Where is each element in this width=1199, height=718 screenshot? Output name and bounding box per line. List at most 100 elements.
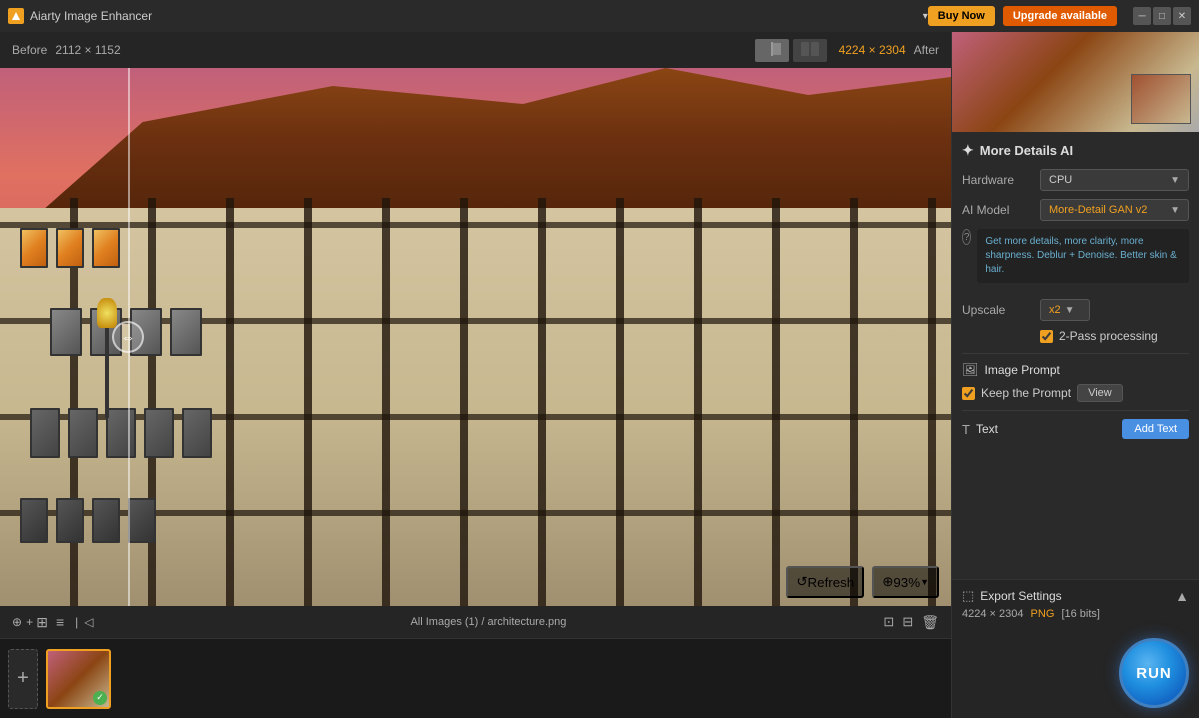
side-by-side-button[interactable] xyxy=(793,39,827,62)
building-beams xyxy=(0,198,951,606)
ai-model-select[interactable]: More-Detail GAN v2 ▼ xyxy=(1040,199,1189,221)
before-label: Before xyxy=(12,43,47,57)
window xyxy=(106,408,136,458)
two-pass-label: 2-Pass processing xyxy=(1059,329,1158,343)
filmstrip-add-button[interactable]: + xyxy=(8,649,38,709)
export-icon: ⬚ xyxy=(962,588,974,604)
split-view-button[interactable] xyxy=(755,39,789,62)
zoom-chevron-icon: ▼ xyxy=(920,577,929,587)
two-pass-row: 2-Pass processing xyxy=(1040,329,1189,343)
export-collapse-button[interactable]: ▲ xyxy=(1175,588,1189,604)
sparkle-icon: ✦ xyxy=(962,142,974,159)
ai-model-value: More-Detail GAN v2 xyxy=(1049,204,1170,216)
filmstrip: + ✓ xyxy=(0,638,951,718)
run-button[interactable]: RUN xyxy=(1119,638,1189,708)
file-path: All Images (1) / architecture.png xyxy=(93,616,883,628)
grid-view-button[interactable]: ⊞ xyxy=(33,613,51,631)
add-button[interactable]: ⊕ + xyxy=(12,615,33,629)
window xyxy=(56,228,84,268)
filmstrip-thumbnail[interactable]: ✓ xyxy=(46,649,111,709)
export-header: ⬚ Export Settings ▲ xyxy=(962,588,1189,604)
close-button[interactable]: ✕ xyxy=(1173,7,1191,25)
ai-model-chevron-icon: ▼ xyxy=(1170,205,1180,216)
upgrade-button[interactable]: Upgrade available xyxy=(1003,6,1117,26)
maximize-button[interactable]: □ xyxy=(1153,7,1171,25)
zoom-label: 93% xyxy=(893,575,920,590)
divider-line: | xyxy=(75,615,78,629)
window xyxy=(50,308,82,356)
export-bits: [16 bits] xyxy=(1061,608,1100,620)
add-label: + xyxy=(26,615,33,629)
window xyxy=(182,408,212,458)
ai-model-label: AI Model xyxy=(962,203,1032,217)
export-section: ⬚ Export Settings ▲ 4224 × 2304 PNG [16 … xyxy=(952,579,1199,628)
actual-size-button[interactable]: ⊟ xyxy=(902,614,913,630)
slider-handle[interactable]: ⇔ xyxy=(112,321,144,353)
window xyxy=(170,308,202,356)
section-title: More Details AI xyxy=(980,143,1073,158)
ai-model-row: AI Model More-Detail GAN v2 ▼ xyxy=(962,199,1189,221)
app-title: Aiarty Image Enhancer xyxy=(30,9,919,23)
divider-1 xyxy=(962,353,1189,354)
canvas-image-container[interactable]: ⇔ ↺ Refresh ⊕ 93% ▼ xyxy=(0,68,951,606)
window xyxy=(92,228,120,268)
image-icon: 🖼 xyxy=(962,362,979,378)
window xyxy=(144,408,174,458)
text-title: Text xyxy=(976,422,998,436)
upscale-value: x2 xyxy=(1049,304,1061,316)
two-pass-checkbox[interactable] xyxy=(1040,330,1053,343)
plus-icon: ⊕ xyxy=(12,615,22,629)
keep-prompt-checkbox[interactable] xyxy=(962,387,975,400)
image-prompt-header: 🖼 Image Prompt xyxy=(962,362,1189,378)
image-slider-divider: ⇔ xyxy=(128,68,130,606)
right-icons: ⊡ ⊟ 🗑 xyxy=(883,614,939,631)
upscale-select[interactable]: x2 ▼ xyxy=(1040,299,1090,321)
window xyxy=(68,408,98,458)
lamp-post xyxy=(105,298,109,418)
window xyxy=(92,498,120,543)
export-resolution: 4224 × 2304 xyxy=(962,608,1023,620)
preview-thumbnail xyxy=(952,32,1199,132)
main-area: Before 2112 × 1152 4224 × 2304 After xyxy=(0,32,1199,718)
text-icon: T xyxy=(962,422,970,437)
hardware-select[interactable]: CPU ▼ xyxy=(1040,169,1189,191)
hardware-chevron-icon: ▼ xyxy=(1170,175,1180,186)
more-details-header: ✦ More Details AI xyxy=(962,142,1189,159)
fit-view-button[interactable]: ⊡ xyxy=(883,614,894,630)
list-view-button[interactable]: ≡ xyxy=(51,613,69,631)
refresh-label: Refresh xyxy=(808,575,855,590)
canvas-bottombar: ⊕ + ⊞ ≡ | ◁ All Images (1) / architectur… xyxy=(0,606,951,638)
hardware-value: CPU xyxy=(1049,174,1170,186)
resolution-after: 4224 × 2304 xyxy=(839,43,906,57)
app-logo xyxy=(8,8,24,24)
zoom-icon: ⊕ xyxy=(882,574,893,590)
windows-row-4 xyxy=(20,498,156,543)
keep-prompt-label: Keep the Prompt xyxy=(981,386,1071,400)
canvas-image: ⇔ xyxy=(0,68,951,606)
help-icon[interactable]: ? xyxy=(962,229,971,245)
model-description: Get more details, more clarity, more sha… xyxy=(977,229,1189,283)
window xyxy=(56,498,84,543)
zoom-button[interactable]: ⊕ 93% ▼ xyxy=(872,566,939,598)
buy-now-button[interactable]: Buy Now xyxy=(928,6,995,26)
window xyxy=(20,498,48,543)
window-controls: ─ □ ✕ xyxy=(1133,7,1191,25)
upscale-chevron-icon: ▼ xyxy=(1065,305,1075,316)
window xyxy=(20,228,48,268)
windows-row-1 xyxy=(20,228,120,268)
canvas-topbar: Before 2112 × 1152 4224 × 2304 After xyxy=(0,32,951,68)
add-text-button[interactable]: Add Text xyxy=(1122,419,1189,439)
settings-panel: ✦ More Details AI Hardware CPU ▼ AI Mode… xyxy=(952,132,1199,579)
right-panel: ✦ More Details AI Hardware CPU ▼ AI Mode… xyxy=(951,32,1199,718)
canvas-area: Before 2112 × 1152 4224 × 2304 After xyxy=(0,32,951,718)
keep-prompt-row: Keep the Prompt View xyxy=(962,384,1189,402)
view-prompt-button[interactable]: View xyxy=(1077,384,1123,402)
upscale-label: Upscale xyxy=(962,303,1032,317)
delete-icon[interactable]: 🗑 xyxy=(921,614,939,631)
export-title: Export Settings xyxy=(980,589,1169,603)
refresh-button[interactable]: ↺ Refresh xyxy=(786,566,864,598)
minimize-button[interactable]: ─ xyxy=(1133,7,1151,25)
preview-thumb-inner xyxy=(1131,74,1191,124)
hardware-label: Hardware xyxy=(962,173,1032,187)
export-format: PNG xyxy=(1031,608,1055,620)
